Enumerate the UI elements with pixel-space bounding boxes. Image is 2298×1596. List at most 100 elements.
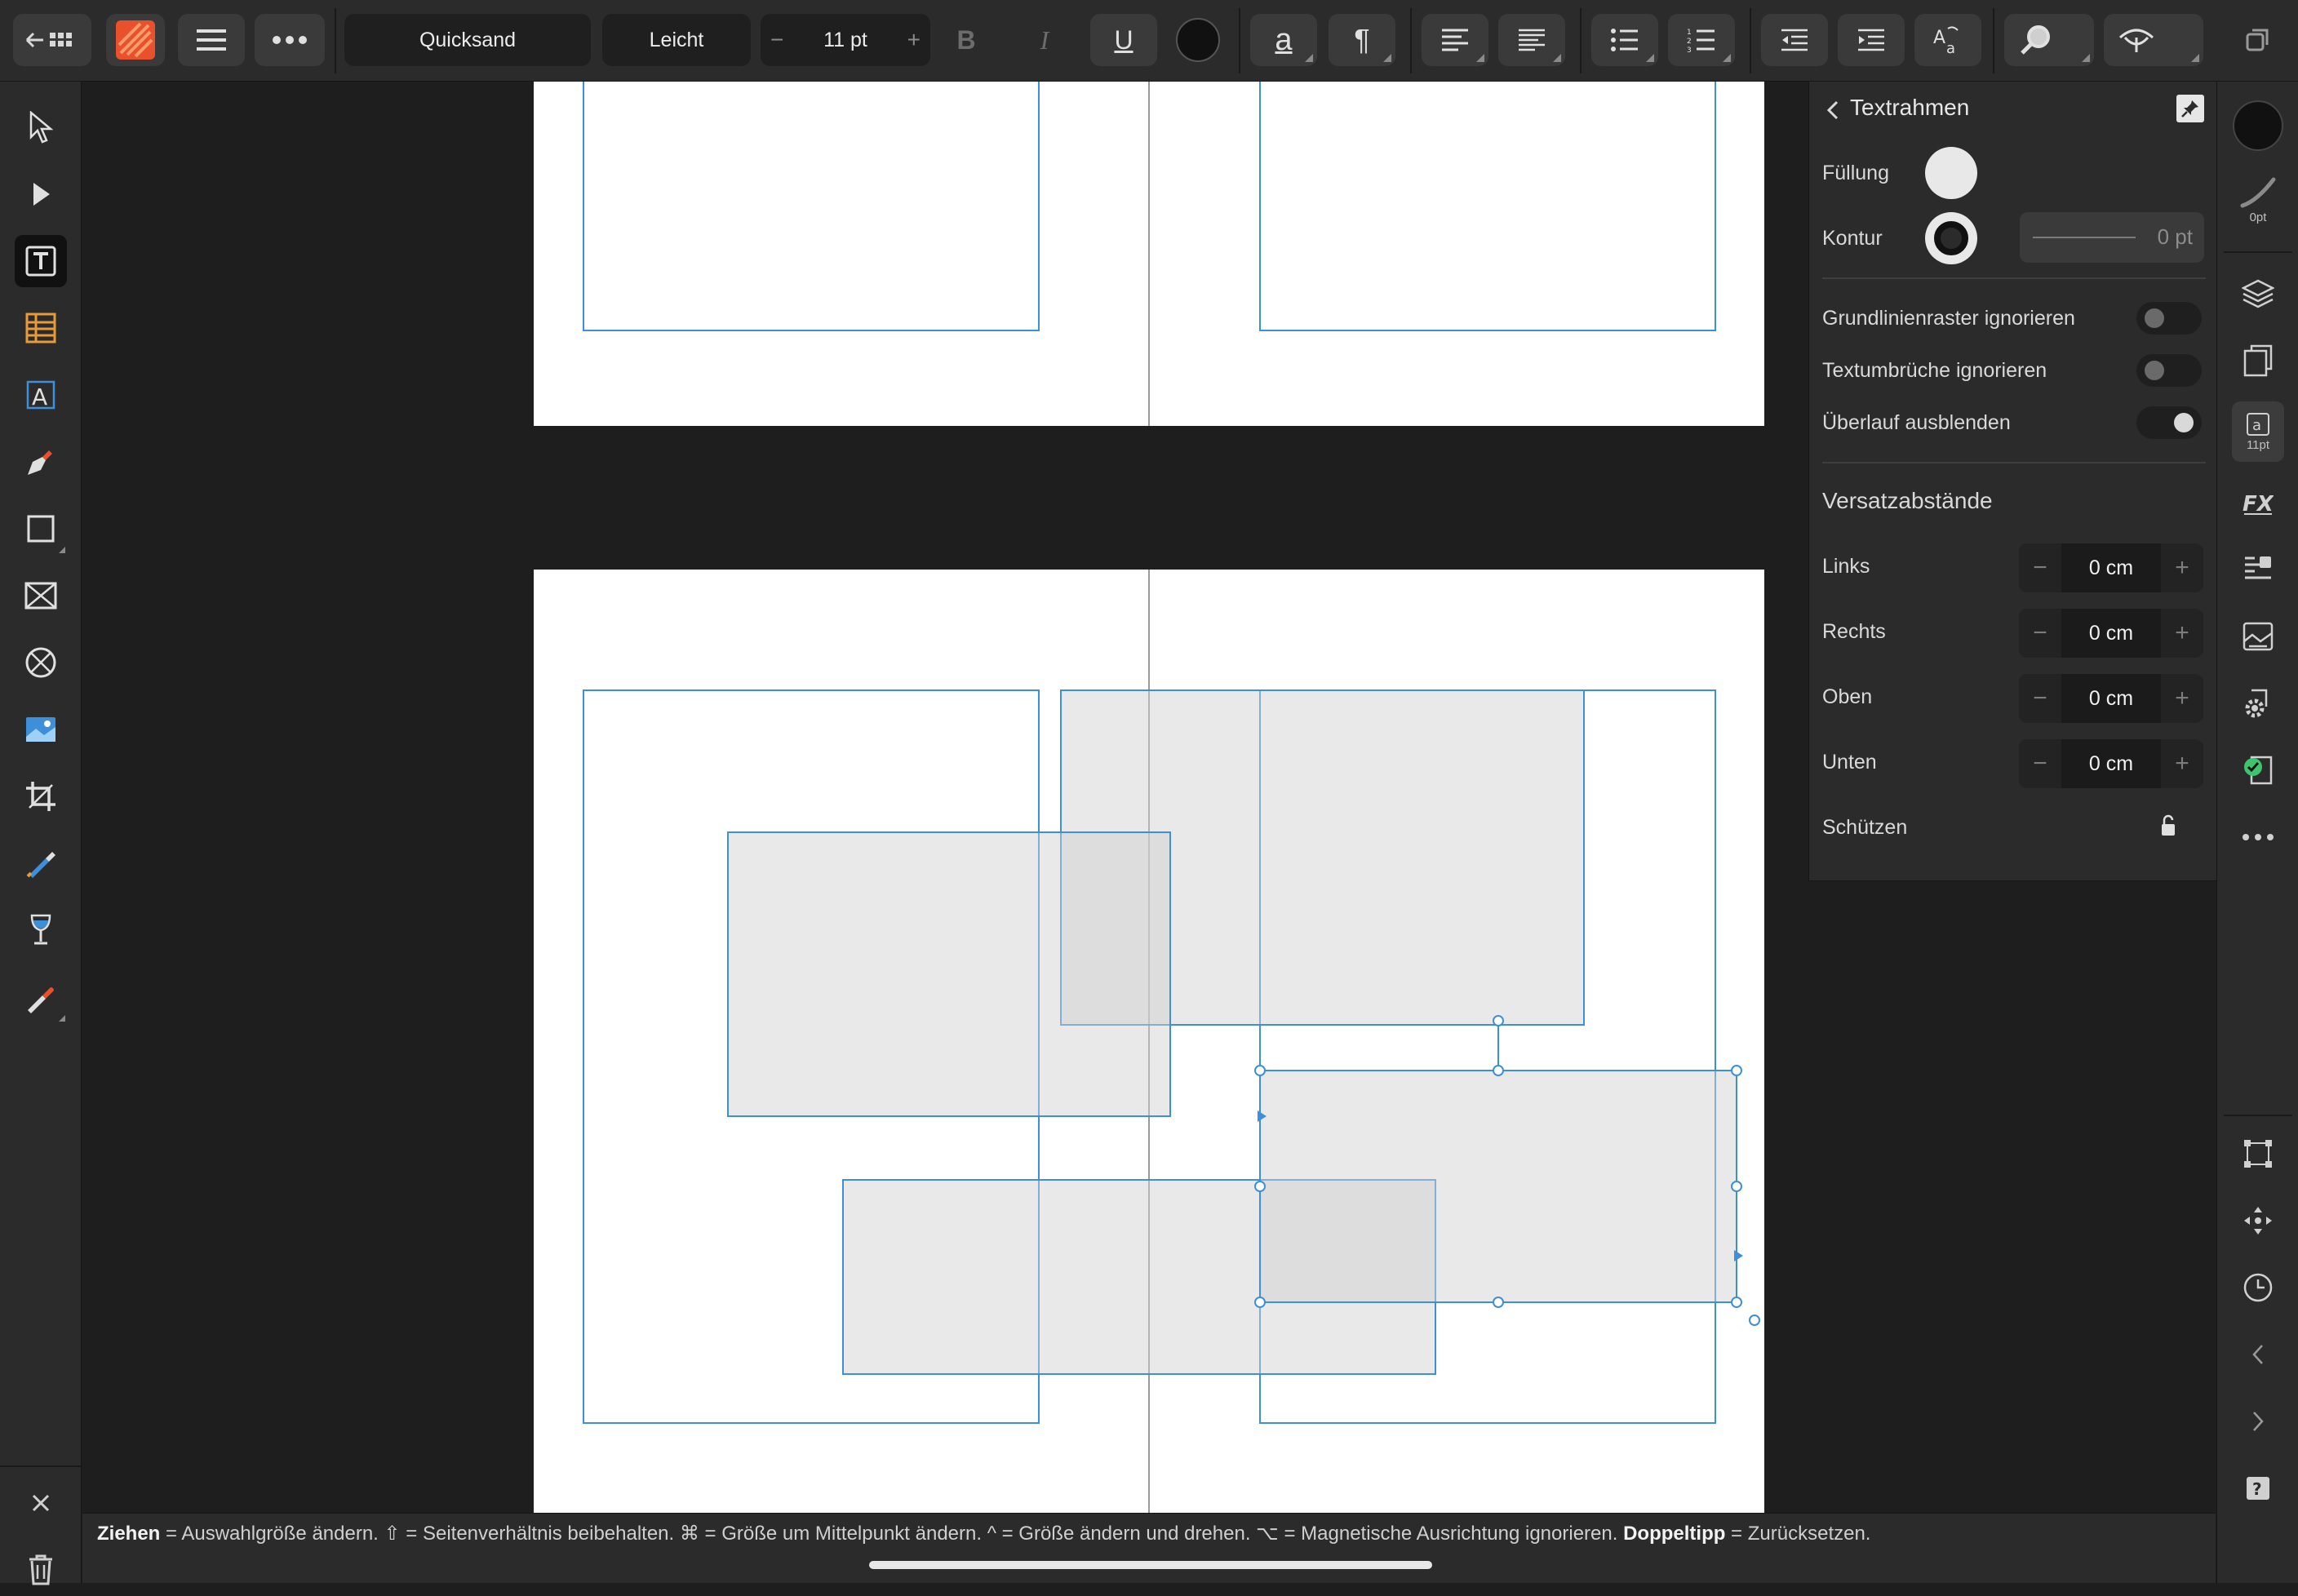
deselect-button[interactable] xyxy=(15,1477,67,1529)
home-indicator[interactable] xyxy=(869,1561,1432,1569)
fill-tool[interactable] xyxy=(15,837,67,889)
layers-studio-button[interactable] xyxy=(2232,268,2284,320)
decrease-indent-button[interactable] xyxy=(1761,14,1828,66)
text-color-button[interactable] xyxy=(1172,14,1224,66)
color-picker-tool[interactable] xyxy=(15,971,67,1023)
delete-button[interactable] xyxy=(15,1544,67,1596)
resize-handle-bottom-right[interactable] xyxy=(1731,1297,1742,1308)
text-flow-out-handle[interactable] xyxy=(1734,1250,1743,1261)
font-size-increase-button[interactable]: + xyxy=(907,27,921,53)
app-icon[interactable] xyxy=(106,14,165,66)
resize-handle-top-left[interactable] xyxy=(1254,1065,1266,1076)
spell-check-button[interactable]: Aa xyxy=(1914,14,1981,66)
color-studio-button[interactable] xyxy=(2232,100,2284,152)
resource-manager-button[interactable] xyxy=(2232,610,2284,663)
effects-icon: FX xyxy=(2243,492,2274,516)
crop-tool[interactable] xyxy=(15,770,67,822)
paragraph-button[interactable]: ¶ xyxy=(1329,14,1395,66)
resize-handle-top-right[interactable] xyxy=(1731,1065,1742,1076)
font-style-select[interactable]: Leicht xyxy=(602,14,751,66)
font-size-value[interactable]: 11 pt xyxy=(823,29,867,52)
transparency-tool[interactable] xyxy=(15,904,67,956)
inset-top-decrease-button[interactable]: − xyxy=(2019,685,2061,712)
expand-studio-button[interactable] xyxy=(2232,1395,2284,1447)
navigator-studio-button[interactable] xyxy=(2232,1195,2284,1247)
chevron-left-icon[interactable] xyxy=(1826,100,1840,121)
bullet-list-button[interactable] xyxy=(1591,14,1658,66)
vertical-align-button[interactable] xyxy=(1498,14,1565,66)
inset-bottom-increase-button[interactable]: + xyxy=(2161,750,2203,778)
rectangle-tool[interactable] xyxy=(15,503,67,555)
collapse-studio-button[interactable] xyxy=(2232,1328,2284,1381)
node-tool[interactable] xyxy=(15,168,67,220)
text-flow-in-handle[interactable] xyxy=(1258,1111,1267,1122)
stroke-color-swatch[interactable] xyxy=(1925,212,1977,264)
inset-left-increase-button[interactable]: + xyxy=(2161,554,2203,582)
increase-indent-button[interactable] xyxy=(1838,14,1905,66)
character-studio-button[interactable]: a 11pt xyxy=(2232,401,2284,462)
inset-bottom-decrease-button[interactable]: − xyxy=(2019,750,2061,778)
window-mode-button[interactable] xyxy=(2228,14,2287,66)
underline-button[interactable]: U xyxy=(1090,14,1157,66)
stroke-width-field[interactable]: 0 pt xyxy=(2020,212,2204,263)
pin-panel-button[interactable] xyxy=(2176,95,2204,122)
font-family-select[interactable]: Quicksand xyxy=(344,14,591,66)
preflight-button[interactable] xyxy=(2232,744,2284,796)
numbered-list-button[interactable]: 123 xyxy=(1668,14,1735,66)
bold-button[interactable]: B xyxy=(940,14,992,66)
text-frame[interactable] xyxy=(583,82,1040,331)
shear-handle[interactable] xyxy=(1749,1314,1760,1326)
studio-separator xyxy=(2224,251,2292,253)
resize-handle-right[interactable] xyxy=(1731,1181,1742,1192)
inset-right-increase-button[interactable]: + xyxy=(2161,619,2203,647)
inset-top-increase-button[interactable]: + xyxy=(2161,685,2203,712)
picture-frame-rectangle-tool[interactable] xyxy=(15,570,67,622)
inset-left-decrease-button[interactable]: − xyxy=(2019,554,2061,582)
text-styles-studio-button[interactable] xyxy=(2232,543,2284,596)
table-tool[interactable] xyxy=(15,302,67,354)
documents-button[interactable] xyxy=(13,14,91,66)
fill-color-swatch[interactable] xyxy=(1925,147,1977,199)
main-menu-button[interactable] xyxy=(178,14,245,66)
transform-studio-button[interactable] xyxy=(2232,1128,2284,1180)
ignore-baseline-grid-toggle[interactable] xyxy=(2136,302,2202,335)
padlock-icon[interactable] xyxy=(2160,814,2176,837)
resize-handle-bottom-left[interactable] xyxy=(1254,1297,1266,1308)
place-image-tool[interactable] xyxy=(15,703,67,756)
ignore-text-wrap-toggle[interactable] xyxy=(2136,354,2202,387)
resize-handle-left[interactable] xyxy=(1254,1181,1266,1192)
artistic-text-tool[interactable]: A xyxy=(15,369,67,421)
resize-handle-bottom[interactable] xyxy=(1493,1297,1504,1308)
font-size-decrease-button[interactable]: − xyxy=(770,27,783,53)
history-studio-button[interactable] xyxy=(2232,1261,2284,1314)
inset-right-value[interactable]: 0 cm xyxy=(2061,609,2161,658)
inset-top-value[interactable]: 0 cm xyxy=(2061,674,2161,723)
italic-button[interactable]: I xyxy=(1018,14,1071,66)
text-style-button[interactable]: a xyxy=(1250,14,1317,66)
frame-text-tool[interactable] xyxy=(15,235,67,287)
pen-tool[interactable] xyxy=(15,436,67,488)
effects-studio-button[interactable]: FX xyxy=(2232,477,2284,529)
view-eye-icon xyxy=(2118,29,2154,52)
preflight-settings-button[interactable] xyxy=(2232,677,2284,729)
pages-studio-button[interactable] xyxy=(2232,335,2284,387)
inset-left-value[interactable]: 0 cm xyxy=(2061,543,2161,592)
help-button[interactable]: ? xyxy=(2232,1462,2284,1514)
rotation-handle[interactable] xyxy=(1493,1015,1504,1026)
picture-frame-ellipse-tool[interactable] xyxy=(15,636,67,689)
resize-handle-top[interactable] xyxy=(1493,1065,1504,1076)
more-menu-button[interactable] xyxy=(255,14,325,66)
view-mode-button[interactable] xyxy=(2104,14,2203,66)
text-frame[interactable] xyxy=(1259,82,1716,331)
rectangle-shape[interactable] xyxy=(727,831,1171,1117)
align-left-button[interactable] xyxy=(1422,14,1488,66)
selected-text-frame[interactable] xyxy=(1259,1070,1737,1303)
bullet-list-icon xyxy=(1611,29,1638,51)
zoom-button[interactable] xyxy=(2004,14,2094,66)
more-studios-button[interactable] xyxy=(2232,811,2284,863)
hide-overflow-toggle[interactable] xyxy=(2136,406,2202,439)
move-tool[interactable] xyxy=(15,101,67,153)
inset-bottom-value[interactable]: 0 cm xyxy=(2061,739,2161,788)
stroke-studio-button[interactable]: 0pt xyxy=(2232,163,2284,237)
inset-right-decrease-button[interactable]: − xyxy=(2019,619,2061,647)
